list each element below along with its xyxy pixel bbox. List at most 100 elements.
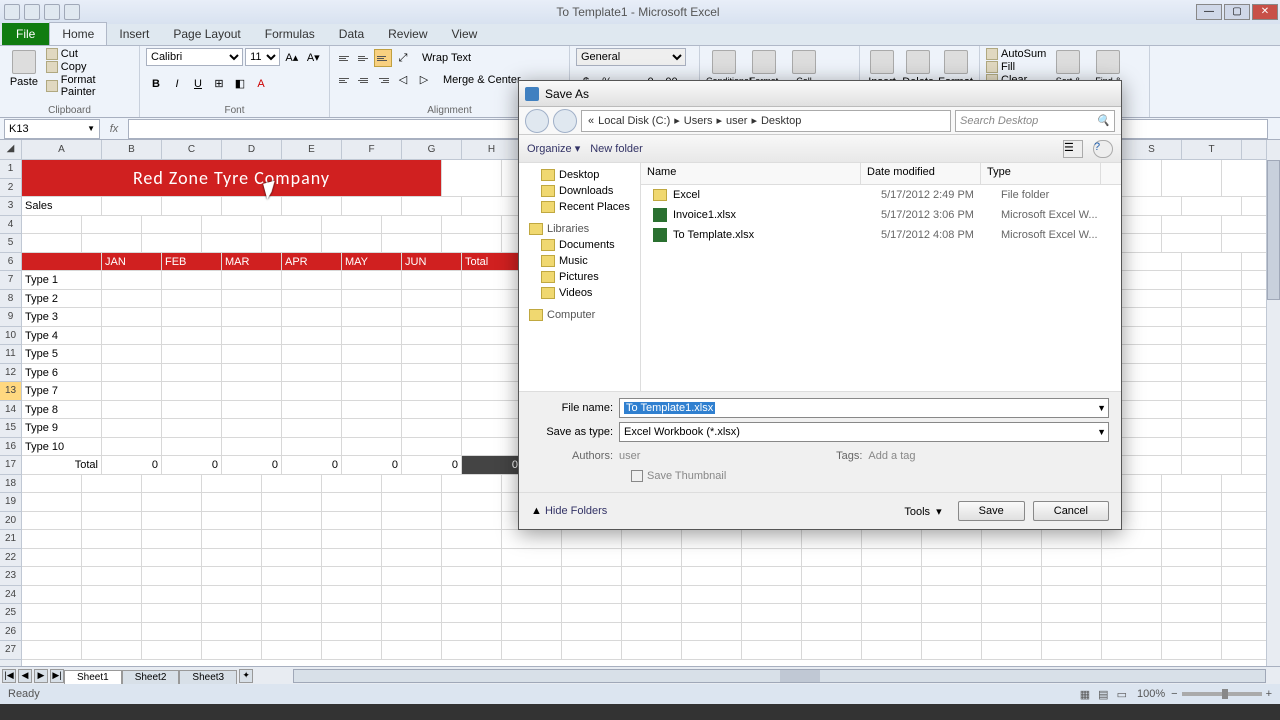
column-name[interactable]: Name: [641, 163, 861, 184]
cell[interactable]: [742, 623, 802, 641]
cell[interactable]: [142, 567, 202, 585]
font-color-button[interactable]: A: [251, 74, 271, 94]
cell[interactable]: [1182, 290, 1242, 308]
row-header[interactable]: 6: [0, 253, 21, 272]
cell[interactable]: [142, 475, 202, 493]
cell[interactable]: [322, 216, 382, 234]
cell[interactable]: [682, 586, 742, 604]
cell[interactable]: [562, 641, 622, 659]
cell[interactable]: [1122, 253, 1182, 271]
tree-downloads[interactable]: Downloads: [519, 183, 640, 199]
cell[interactable]: [162, 327, 222, 345]
cell[interactable]: [462, 438, 522, 456]
tab-page-layout[interactable]: Page Layout: [161, 23, 252, 45]
cell[interactable]: [322, 549, 382, 567]
cell[interactable]: [22, 253, 102, 271]
cell[interactable]: [22, 623, 82, 641]
cell[interactable]: [402, 271, 462, 289]
orientation-button[interactable]: ⤢: [393, 48, 413, 68]
file-tab[interactable]: File: [2, 23, 49, 45]
row-header[interactable]: 17: [0, 456, 21, 475]
cell[interactable]: [862, 567, 922, 585]
save-thumbnail-checkbox[interactable]: [631, 470, 643, 482]
cell[interactable]: [142, 234, 202, 252]
cell[interactable]: [262, 493, 322, 511]
cell[interactable]: [1162, 234, 1222, 252]
cell[interactable]: [262, 567, 322, 585]
cell[interactable]: [442, 586, 502, 604]
cell[interactable]: [82, 530, 142, 548]
cell[interactable]: [502, 549, 562, 567]
cell[interactable]: [82, 604, 142, 622]
cell[interactable]: Type 4: [22, 327, 102, 345]
cell[interactable]: [1162, 475, 1222, 493]
cell[interactable]: [402, 364, 462, 382]
wrap-text-button[interactable]: Wrap Text: [422, 52, 471, 64]
cell[interactable]: [162, 382, 222, 400]
cell[interactable]: [322, 586, 382, 604]
row-header[interactable]: 26: [0, 623, 21, 642]
column-header[interactable]: F: [342, 140, 402, 159]
row-header[interactable]: 3: [0, 197, 21, 216]
cell[interactable]: [1182, 345, 1242, 363]
cell[interactable]: [802, 586, 862, 604]
cell[interactable]: [322, 512, 382, 530]
cell[interactable]: [462, 197, 522, 215]
cell[interactable]: [202, 604, 262, 622]
cell[interactable]: [382, 234, 442, 252]
cell[interactable]: [322, 530, 382, 548]
cell[interactable]: [1182, 197, 1242, 215]
cell[interactable]: [1182, 401, 1242, 419]
cell[interactable]: [222, 364, 282, 382]
fill-button[interactable]: Fill: [986, 61, 1046, 73]
cell[interactable]: [222, 271, 282, 289]
cell[interactable]: [442, 160, 502, 196]
organize-button[interactable]: Organize ▾: [527, 142, 580, 155]
cell[interactable]: [502, 641, 562, 659]
cell[interactable]: [1162, 530, 1222, 548]
cell[interactable]: [622, 623, 682, 641]
tree-recent[interactable]: Recent Places: [519, 199, 640, 215]
cell[interactable]: [742, 549, 802, 567]
cell[interactable]: [1162, 641, 1222, 659]
cell[interactable]: [1122, 308, 1182, 326]
cell[interactable]: Type 6: [22, 364, 102, 382]
save-icon[interactable]: [24, 4, 40, 20]
bold-button[interactable]: B: [146, 74, 166, 94]
tools-menu[interactable]: Tools ▾: [904, 505, 949, 518]
cell[interactable]: [202, 493, 262, 511]
cell[interactable]: [562, 530, 622, 548]
cell[interactable]: [1182, 327, 1242, 345]
help-icon[interactable]: ?: [1093, 140, 1113, 158]
cell[interactable]: [442, 623, 502, 641]
cell[interactable]: [922, 586, 982, 604]
cell[interactable]: [462, 290, 522, 308]
cell[interactable]: [382, 641, 442, 659]
cell[interactable]: [1102, 641, 1162, 659]
cell[interactable]: [1182, 382, 1242, 400]
cell[interactable]: [462, 271, 522, 289]
cell[interactable]: [142, 493, 202, 511]
tree-computer[interactable]: Computer: [519, 307, 640, 323]
cell[interactable]: [862, 604, 922, 622]
cell[interactable]: [1122, 271, 1182, 289]
sheet-tab-3[interactable]: Sheet3: [179, 670, 237, 684]
cell[interactable]: [462, 382, 522, 400]
cell[interactable]: [102, 345, 162, 363]
italic-button[interactable]: I: [167, 74, 187, 94]
cell[interactable]: [562, 549, 622, 567]
cell[interactable]: [1102, 604, 1162, 622]
cell[interactable]: [22, 567, 82, 585]
cell[interactable]: [862, 623, 922, 641]
redo-icon[interactable]: [64, 4, 80, 20]
cell[interactable]: [342, 401, 402, 419]
cell[interactable]: Type 8: [22, 401, 102, 419]
autosum-button[interactable]: AutoSum: [986, 48, 1046, 60]
tree-videos[interactable]: Videos: [519, 285, 640, 301]
cell[interactable]: [202, 216, 262, 234]
cell[interactable]: [982, 623, 1042, 641]
cell[interactable]: [82, 549, 142, 567]
cell[interactable]: [922, 604, 982, 622]
cell[interactable]: [862, 586, 922, 604]
cell[interactable]: [1102, 549, 1162, 567]
